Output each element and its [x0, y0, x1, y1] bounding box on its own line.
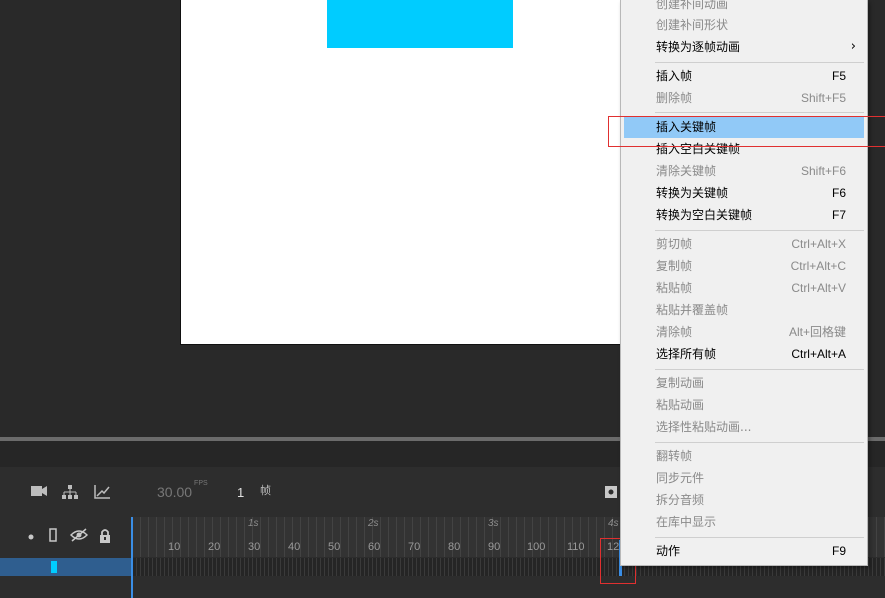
frame-context-menu: 创建补间动画 创建补间形状 转换为逐帧动画 › 插入帧 F5 删除帧 Shift+F5… — [620, 0, 868, 566]
frame-marker: 70 — [408, 541, 421, 553]
menu-item-split-audio[interactable]: 拆分音频 — [624, 489, 864, 511]
menu-separator — [655, 442, 864, 443]
frame-marker: 110 — [567, 541, 585, 553]
menu-item-convert-to-keyframe[interactable]: 转换为关键帧 F6 — [624, 182, 864, 204]
frame-marker: 80 — [448, 541, 461, 553]
menu-item-clear-frames[interactable]: 清除帧 Alt+回格键 — [624, 321, 864, 343]
fps-value: 30.00 — [157, 484, 193, 500]
playhead[interactable] — [131, 517, 133, 598]
menu-item-delete-frame[interactable]: 删除帧 Shift+F5 — [624, 87, 864, 109]
menu-item-create-shape-tween[interactable]: 创建补间形状 — [624, 14, 864, 36]
menu-item-paste-motion[interactable]: 粘贴动画 — [624, 394, 864, 416]
second-marker-3: 3s — [488, 518, 499, 529]
frame-marker: 50 — [328, 541, 341, 553]
menu-item-paste-and-overwrite-frames[interactable]: 粘贴并覆盖帧 — [624, 299, 864, 321]
second-marker-1: 1s — [248, 518, 259, 529]
menu-item-select-all-frames[interactable]: 选择所有帧 Ctrl+Alt+A — [624, 343, 864, 365]
menu-separator — [655, 369, 864, 370]
layer-tree-icon[interactable] — [61, 485, 79, 501]
menu-separator — [655, 230, 864, 231]
frame-marker: 100 — [527, 541, 546, 553]
menu-item-reverse-frames[interactable]: 翻转帧 — [624, 445, 864, 467]
menu-item-actions[interactable]: 动作 F9 — [624, 540, 864, 562]
dot-icon[interactable] — [26, 528, 36, 546]
frame-marker: 40 — [288, 541, 301, 553]
frame-marker: 90 — [488, 541, 501, 553]
menu-separator — [655, 537, 864, 538]
frame-marker: 60 — [368, 541, 381, 553]
menu-item-copy-motion[interactable]: 复制动画 — [624, 372, 864, 394]
menu-item-paste-motion-special[interactable]: 选择性粘贴动画... — [624, 416, 864, 438]
outline-icon[interactable] — [47, 528, 59, 546]
menu-item-create-motion-tween[interactable]: 创建补间动画 — [624, 0, 864, 15]
menu-item-synchronize-symbols[interactable]: 同步元件 — [624, 467, 864, 489]
menu-item-show-in-library[interactable]: 在库中显示 — [624, 511, 864, 533]
stage-canvas[interactable] — [180, 0, 636, 345]
menu-separator — [655, 62, 864, 63]
menu-item-convert-to-blank-keyframe[interactable]: 转换为空白关键帧 F7 — [624, 204, 864, 226]
menu-item-clear-keyframe[interactable]: 清除关键帧 Shift+F6 — [624, 160, 864, 182]
frame-marker: 10 — [168, 541, 181, 553]
second-marker-2: 2s — [368, 518, 379, 529]
graph-icon[interactable] — [93, 485, 111, 501]
frame-marker: 30 — [248, 541, 261, 553]
menu-item-cut-frames[interactable]: 剪切帧 Ctrl+Alt+X — [624, 233, 864, 255]
menu-item-paste-frames[interactable]: 粘贴帧 Ctrl+Alt+V — [624, 277, 864, 299]
menu-separator — [655, 112, 864, 113]
eye-hidden-icon[interactable] — [69, 528, 89, 546]
annotation-menu-highlight — [608, 116, 885, 147]
fps-unit: FPS — [194, 480, 208, 488]
menu-item-convert-to-frame-by-frame[interactable]: 转换为逐帧动画 › — [624, 36, 864, 58]
frame-unit-label: 帧 — [260, 484, 271, 497]
menu-item-copy-frames[interactable]: 复制帧 Ctrl+Alt+C — [624, 255, 864, 277]
fps-display[interactable]: 30.00FPS — [157, 480, 208, 500]
current-frame-number[interactable]: 1 — [237, 485, 244, 500]
camera-icon[interactable] — [30, 485, 48, 501]
layer-row-selected[interactable] — [0, 558, 132, 576]
frame-marker: 20 — [208, 541, 221, 553]
lock-icon[interactable] — [97, 528, 113, 546]
layer-color-swatch — [51, 561, 57, 573]
cyan-rectangle-shape[interactable] — [327, 0, 513, 48]
submenu-arrow-icon: › — [850, 39, 856, 54]
menu-item-insert-frame[interactable]: 插入帧 F5 — [624, 65, 864, 87]
record-icon[interactable] — [605, 486, 617, 498]
second-marker-4: 4s — [608, 518, 619, 529]
